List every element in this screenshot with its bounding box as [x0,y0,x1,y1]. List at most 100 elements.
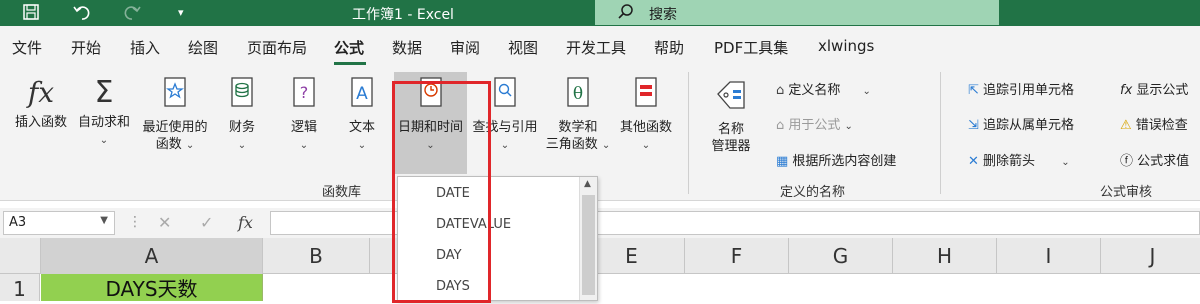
more-functions-label: 其他函数 [619,120,672,135]
select-all-corner[interactable] [0,238,41,274]
tab-help[interactable]: 帮助 [654,37,684,58]
function-library-label: 函数库 [322,185,362,200]
recently-used-button[interactable]: 最近使用的 函数 ⌄ [137,76,213,154]
group-separator [688,72,689,194]
search-icon [617,3,635,25]
ribbon: fx 插入函数 Σ 自动求和 ⌄ 最近使用的 函数 ⌄ 财务 ⌄ ? 逻辑 ⌄ … [0,66,1200,201]
scroll-thumb[interactable] [582,195,595,295]
tab-formulas[interactable]: 公式 [334,37,364,58]
title-bar: ▾ 工作簿1 - Excel 搜索 [0,0,1200,26]
tag-icon [700,78,762,117]
customize-icon[interactable]: ▾ [178,6,184,19]
tab-review[interactable]: 审阅 [450,37,480,58]
more-functions-button[interactable]: 其他函数 ⌄ [616,76,676,154]
remove-arrows-button[interactable]: ✕ 删除箭头 ⌄ [968,150,1070,169]
undo-icon[interactable] [72,3,92,25]
book-star-icon [137,76,213,115]
chevron-down-icon: ⌄ [237,140,247,151]
column-header-row: A B C D E F G H I J [0,238,1200,274]
trace-precedents-icon: ⇱ [968,83,984,98]
trace-dependents-label: 追踪从属单元格 [983,118,1075,133]
create-from-selection-button[interactable]: ▦ 根据所选内容创建 [776,150,896,169]
warning-icon: ⚠ [1120,118,1136,133]
tab-xlwings[interactable]: xlwings [818,37,874,55]
chevron-down-icon: ⌄ [500,140,510,151]
column-header[interactable]: A [41,238,263,274]
highlight-box [392,81,491,303]
text-button[interactable]: A 文本 ⌄ [340,76,384,154]
tab-home[interactable]: 开始 [71,37,101,58]
column-header[interactable]: F [685,238,789,274]
more-book-icon [616,76,676,115]
tab-page-layout[interactable]: 页面布局 [247,37,307,58]
logical-button[interactable]: ? 逻辑 ⌄ [282,76,326,154]
insert-function-button[interactable]: fx 插入函数 [10,76,72,131]
column-header[interactable]: I [997,238,1101,274]
save-icon[interactable] [22,3,40,25]
tab-pdf-tools[interactable]: PDF工具集 [714,37,788,58]
name-box[interactable]: A3 ▼ [3,211,115,235]
search-input[interactable]: 搜索 [595,0,999,25]
define-name-label: 定义名称 [788,83,841,98]
trace-precedents-button[interactable]: ⇱ 追踪引用单元格 [968,79,1074,98]
chevron-down-icon: ⌄ [99,135,109,146]
redo-icon[interactable] [122,3,142,25]
use-in-formula-button[interactable]: ⌂ 用于公式 ⌄ [776,114,853,133]
evaluate-formula-button[interactable]: ⓕ 公式求值 [1120,150,1189,169]
evaluate-formula-label: 公式求值 [1137,154,1190,169]
cancel-icon[interactable]: ✕ [158,213,171,232]
error-checking-button[interactable]: ⚠ 错误检查 [1120,114,1188,133]
chevron-down-icon: ⌄ [862,86,871,97]
chevron-down-icon: ⌄ [299,140,309,151]
row-header[interactable]: 1 [0,274,40,301]
chevron-down-icon[interactable]: ▼ [100,215,108,226]
sigma-icon: Σ [94,75,114,110]
column-header[interactable]: B [263,238,370,274]
fx-icon[interactable]: fx [238,213,253,232]
active-tab-indicator [334,62,366,65]
tab-insert[interactable]: 插入 [130,37,160,58]
error-checking-label: 错误检查 [1135,118,1188,133]
dropdown-scrollbar[interactable]: ▲ [579,177,597,300]
define-name-button[interactable]: ⌂ 定义名称 ⌄ [776,79,871,98]
confirm-icon[interactable]: ✓ [200,213,213,232]
show-formulas-button[interactable]: fx 显示公式 [1120,79,1188,98]
name-manager-button[interactable]: 名称 管理器 [700,78,762,155]
question-book-icon: ? [282,76,326,115]
scroll-up-icon[interactable]: ▲ [584,179,591,189]
tab-draw[interactable]: 绘图 [188,37,218,58]
tab-developer[interactable]: 开发工具 [566,37,626,58]
grid-select-icon: ▦ [776,154,793,169]
chevron-down-icon: ⌄ [357,140,367,151]
tab-file[interactable]: 文件 [12,37,42,58]
math-trig-button[interactable]: θ 数学和 三角函数 ⌄ [543,76,613,154]
recently-used-label: 最近使用的 函数 [142,120,208,152]
text-label: 文本 [348,120,375,135]
remove-arrows-icon: ✕ [968,154,984,169]
tab-view[interactable]: 视图 [508,37,538,58]
tag-small-icon: ⌂ [776,118,789,133]
name-manager-label: 名称 管理器 [711,122,751,154]
column-header[interactable]: G [789,238,893,274]
financial-button[interactable]: 财务 ⌄ [220,76,264,154]
chevron-down-icon: ⌄ [1061,157,1070,168]
math-trig-label: 数学和 三角函数 [545,120,598,152]
autosum-label: 自动求和 [77,115,130,130]
svg-text:θ: θ [573,84,583,104]
cell-a1[interactable]: DAYS天数 [41,274,263,301]
column-header[interactable]: J [1101,238,1200,274]
menu-bar: 文件 开始 插入 绘图 页面布局 公式 数据 审阅 视图 开发工具 帮助 PDF… [0,26,1200,66]
column-header[interactable]: H [893,238,997,274]
svg-text:A: A [356,84,368,104]
chevron-down-icon: ⌄ [641,140,651,151]
tab-data[interactable]: 数据 [392,37,422,58]
remove-arrows-label: 删除箭头 [983,154,1036,169]
show-formulas-icon: fx [1120,83,1137,98]
autosum-button[interactable]: Σ 自动求和 ⌄ [76,76,132,149]
trace-dependents-button[interactable]: ⇲ 追踪从属单元格 [968,114,1074,133]
logical-label: 逻辑 [290,120,317,135]
theta-book-icon: θ [543,76,613,115]
show-formulas-label: 显示公式 [1136,83,1189,98]
formula-bar: A3 ▼ ⋮ ✕ ✓ fx [0,208,1200,238]
coins-book-icon [220,76,264,115]
